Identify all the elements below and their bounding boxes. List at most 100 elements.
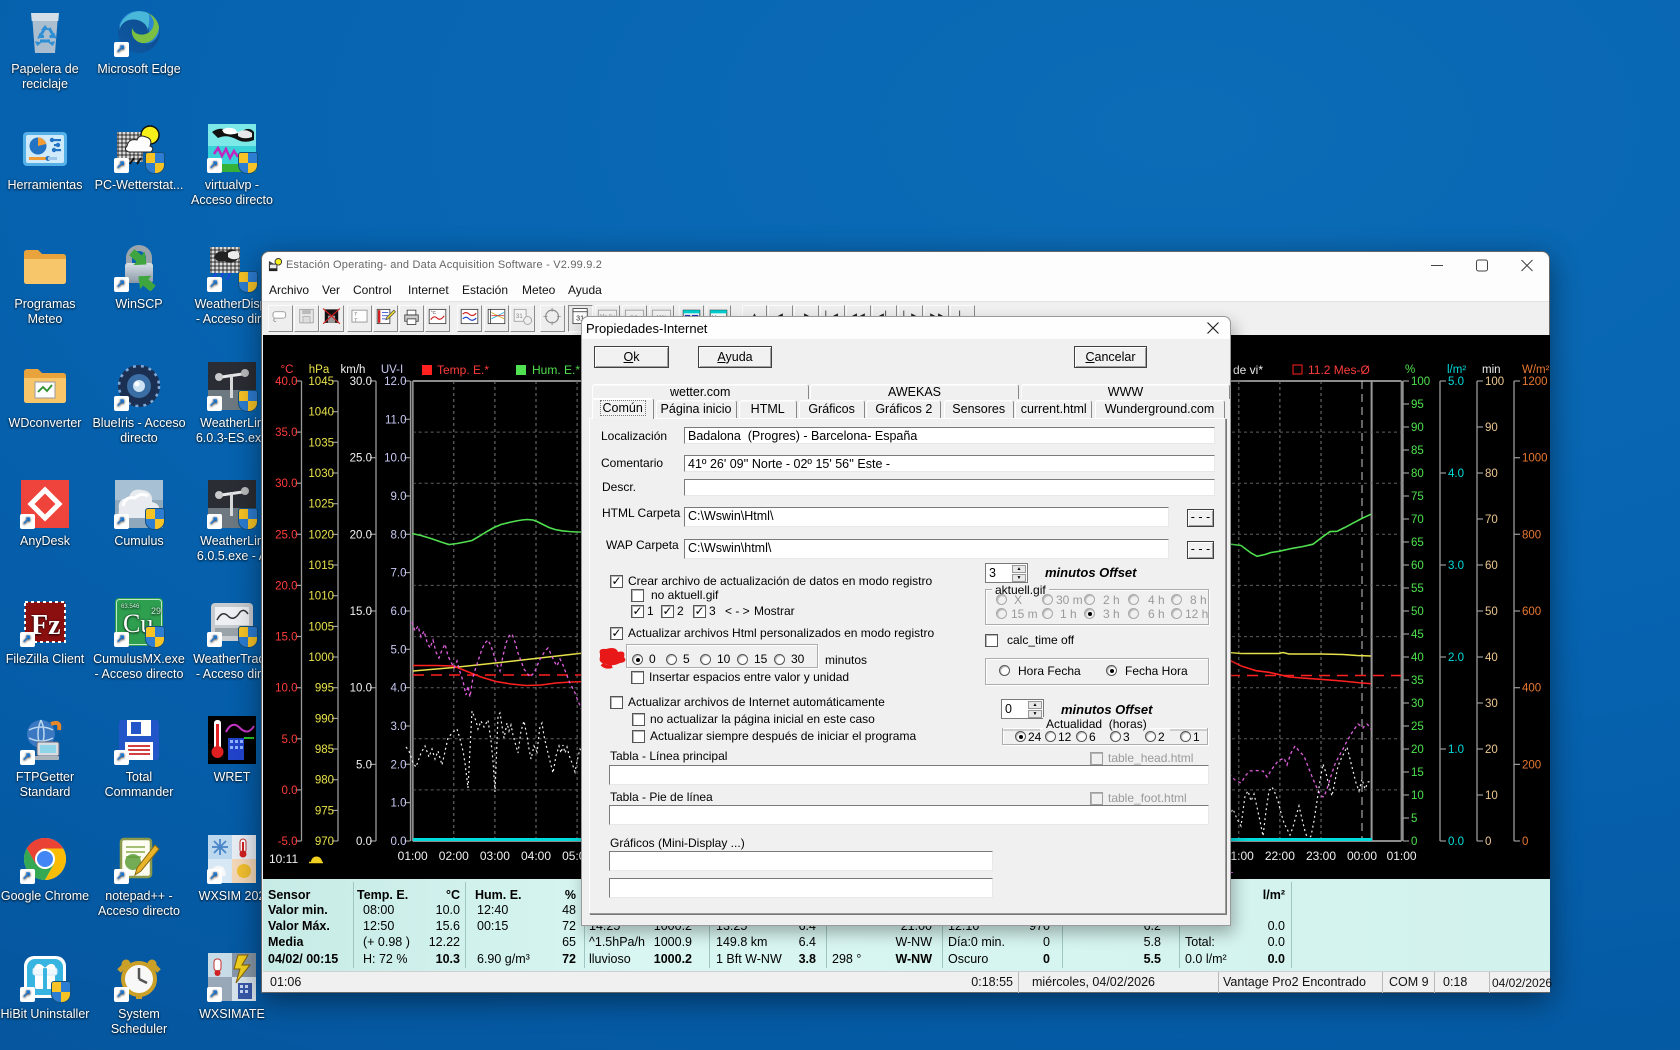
svg-text:95: 95 <box>1411 399 1424 411</box>
svg-text:12.0: 12.0 <box>384 376 406 388</box>
svg-text:100: 100 <box>1485 376 1504 388</box>
svg-text:10.0: 10.0 <box>384 453 406 465</box>
svg-text:1000: 1000 <box>1522 453 1548 465</box>
svg-text:min: min <box>1482 364 1501 376</box>
svg-text:400: 400 <box>1522 683 1541 695</box>
svg-text:0.0: 0.0 <box>282 785 298 797</box>
svg-text:70: 70 <box>1411 514 1424 526</box>
svg-text:11.2 Mes-Ø: 11.2 Mes-Ø <box>1308 363 1370 377</box>
svg-text:11.0: 11.0 <box>385 414 407 426</box>
svg-text:5.0: 5.0 <box>1448 376 1464 388</box>
svg-text:-5.0: -5.0 <box>278 836 298 848</box>
svg-text:31: 31 <box>516 313 524 320</box>
svg-text:1200: 1200 <box>1522 376 1548 388</box>
svg-text:%: % <box>1405 364 1415 376</box>
svg-text:7.0: 7.0 <box>391 568 407 580</box>
svg-text:5.0: 5.0 <box>391 644 407 656</box>
svg-text:0.0: 0.0 <box>1448 836 1464 848</box>
svg-text:90: 90 <box>1411 422 1424 434</box>
svg-text:975: 975 <box>315 805 334 817</box>
svg-text:10: 10 <box>1411 790 1424 802</box>
svg-text:Temp. E.*: Temp. E.* <box>437 363 489 377</box>
svg-text:70: 70 <box>1485 514 1498 526</box>
svg-text:20.0: 20.0 <box>275 580 297 592</box>
svg-text:T: T <box>354 312 357 318</box>
svg-text:1000: 1000 <box>308 652 334 664</box>
svg-text:UV-I: UV-I <box>381 364 403 376</box>
svg-text:60: 60 <box>1485 560 1498 572</box>
svg-text:30.0: 30.0 <box>350 376 372 388</box>
svg-text:Hum. E.*: Hum. E.* <box>532 363 580 377</box>
svg-text:1010: 1010 <box>308 591 334 603</box>
svg-text:T: T <box>354 317 357 323</box>
svg-text:01:00: 01:00 <box>398 849 428 863</box>
svg-text:1015: 1015 <box>308 560 334 572</box>
svg-text:1020: 1020 <box>308 529 334 541</box>
svg-text:80: 80 <box>1411 468 1424 480</box>
svg-text:35: 35 <box>1411 675 1424 687</box>
svg-text:0: 0 <box>1522 836 1528 848</box>
svg-text:1040: 1040 <box>308 407 334 419</box>
svg-text:23:00: 23:00 <box>1306 849 1336 863</box>
svg-text:l/m²: l/m² <box>1447 364 1466 376</box>
svg-text:990: 990 <box>315 713 334 725</box>
svg-text:5: 5 <box>1411 813 1417 825</box>
svg-text:15.0: 15.0 <box>350 606 372 618</box>
svg-text:85: 85 <box>1411 445 1424 457</box>
svg-text:5.0: 5.0 <box>282 734 298 746</box>
svg-text:04:00: 04:00 <box>521 849 551 863</box>
svg-text:25: 25 <box>1411 721 1424 733</box>
svg-text:50: 50 <box>1485 606 1498 618</box>
svg-text:995: 995 <box>315 683 334 695</box>
svg-text:hPa: hPa <box>309 364 330 376</box>
svg-text:6.0: 6.0 <box>391 606 407 618</box>
svg-text:01:00: 01:00 <box>1387 849 1417 863</box>
svg-text:980: 980 <box>315 775 334 787</box>
svg-text:50: 50 <box>1411 606 1424 618</box>
svg-text:9.0: 9.0 <box>391 491 407 503</box>
svg-text:40: 40 <box>1411 652 1424 664</box>
svg-text:600: 600 <box>1522 606 1541 618</box>
svg-text:4.0: 4.0 <box>1448 468 1464 480</box>
svg-text:20: 20 <box>1485 744 1498 756</box>
svg-text:3.0: 3.0 <box>1448 560 1464 572</box>
svg-text:0: 0 <box>1411 836 1417 848</box>
svg-text:km/h: km/h <box>341 364 366 376</box>
svg-text:20.0: 20.0 <box>350 529 372 541</box>
svg-text:1.0: 1.0 <box>391 798 407 810</box>
svg-text:35.0: 35.0 <box>275 427 297 439</box>
svg-text:22:00: 22:00 <box>1265 849 1295 863</box>
svg-text:1045: 1045 <box>308 376 334 388</box>
svg-text:5.0: 5.0 <box>356 759 372 771</box>
svg-text:15: 15 <box>1411 767 1424 779</box>
svg-text:2.0: 2.0 <box>391 759 407 771</box>
svg-text:60: 60 <box>1411 560 1424 572</box>
svg-text:800: 800 <box>1522 529 1541 541</box>
svg-text:10.0: 10.0 <box>275 683 297 695</box>
svg-text:4.0: 4.0 <box>391 683 407 695</box>
svg-text:Fz: Fz <box>31 610 61 641</box>
svg-text:3.0: 3.0 <box>391 721 407 733</box>
svg-text:25.0: 25.0 <box>350 453 372 465</box>
svg-text:10: 10 <box>1485 790 1498 802</box>
svg-text:30: 30 <box>1485 698 1498 710</box>
svg-text:75: 75 <box>1411 491 1424 503</box>
svg-text:00:00: 00:00 <box>1347 849 1377 863</box>
svg-text:30: 30 <box>1411 698 1424 710</box>
svg-text:2.0: 2.0 <box>1448 652 1464 664</box>
svg-text:10:11: 10:11 <box>269 852 298 866</box>
svg-text:0: 0 <box>1485 836 1491 848</box>
svg-text:985: 985 <box>315 744 334 756</box>
svg-text:40: 40 <box>1485 652 1498 664</box>
svg-text:55: 55 <box>1411 583 1424 595</box>
svg-text:de vi*: de vi* <box>1233 363 1263 377</box>
svg-text:1025: 1025 <box>308 499 334 511</box>
svg-text:100: 100 <box>1411 376 1430 388</box>
svg-text:970: 970 <box>315 836 334 848</box>
svg-text:20: 20 <box>1411 744 1424 756</box>
svg-text:1035: 1035 <box>308 437 334 449</box>
svg-text:1030: 1030 <box>308 468 334 480</box>
svg-text:200: 200 <box>1522 759 1541 771</box>
svg-text:02:00: 02:00 <box>439 849 469 863</box>
svg-text:1.0: 1.0 <box>1448 744 1464 756</box>
